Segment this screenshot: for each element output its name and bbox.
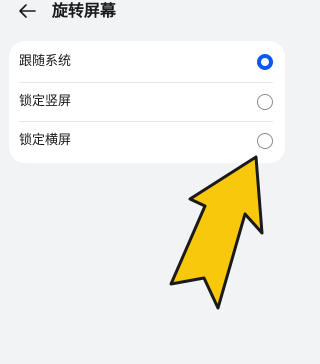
option-follow-system[interactable]: 跟随系统: [9, 42, 285, 82]
option-lock-portrait[interactable]: 锁定竖屏: [9, 82, 285, 122]
option-label: 锁定横屏: [19, 133, 72, 148]
radio-lock-landscape[interactable]: [257, 133, 273, 149]
header-bar: 旋转屏幕: [0, 0, 295, 26]
rotate-screen-settings-page: 旋转屏幕 跟随系统 锁定竖屏 锁定横屏: [0, 0, 295, 364]
option-lock-landscape[interactable]: 锁定横屏: [9, 121, 285, 161]
back-arrow-icon: [19, 4, 36, 18]
page-title: 旋转屏幕: [52, 1, 117, 20]
rotation-options-card: 跟随系统 锁定竖屏 锁定横屏: [9, 41, 285, 163]
option-label: 跟随系统: [19, 54, 72, 69]
back-button[interactable]: [14, 0, 40, 22]
radio-follow-system[interactable]: [257, 54, 273, 70]
option-label: 锁定竖屏: [19, 94, 72, 109]
radio-lock-portrait[interactable]: [257, 94, 273, 110]
